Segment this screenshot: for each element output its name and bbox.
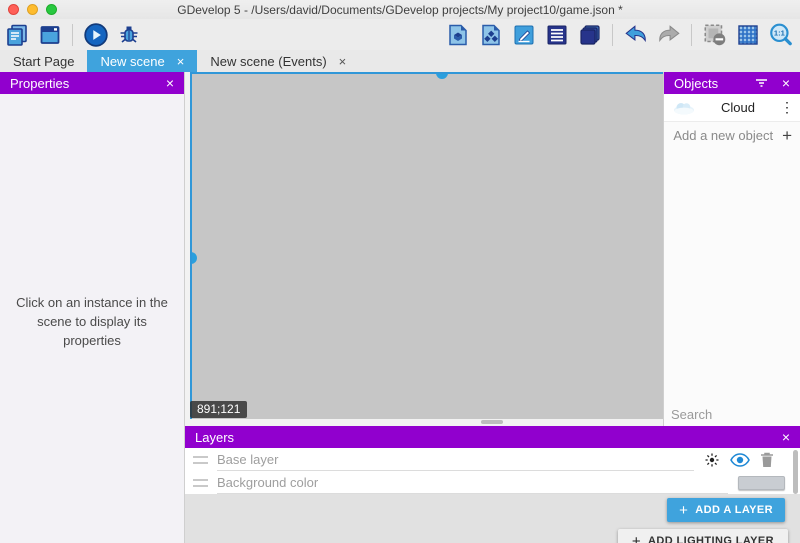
add-lighting-layer-label: ADD LIGHTING LAYER [648, 535, 774, 543]
cloud-thumbnail-icon [671, 99, 697, 117]
close-window-button[interactable] [8, 4, 19, 15]
gdevelop-window: GDevelop 5 - /Users/david/Documents/GDev… [0, 0, 800, 543]
objects-panel-header: Objects × [664, 72, 800, 94]
tab-new-scene-events[interactable]: New scene (Events) × [197, 50, 359, 72]
debug-button[interactable] [115, 21, 142, 48]
undo-arrow-icon [623, 22, 649, 48]
tab-label: New scene (Events) [210, 54, 326, 69]
objects-editor-icon [446, 23, 470, 47]
layers-scrollbar[interactable] [793, 450, 798, 494]
object-row-cloud[interactable]: Cloud ⋮ [664, 94, 800, 122]
objects-close-icon[interactable]: × [782, 76, 790, 90]
open-objects-editor-button[interactable] [444, 21, 471, 48]
toolbar: 1:1 [0, 19, 800, 50]
layers-close-icon[interactable]: × [782, 430, 790, 444]
selection-handle-left[interactable] [190, 252, 197, 264]
titlebar: GDevelop 5 - /Users/david/Documents/GDev… [0, 0, 800, 19]
toolbar-right: 1:1 [444, 21, 794, 48]
properties-pencil-icon [512, 23, 536, 47]
tab-new-scene[interactable]: New scene × [87, 50, 197, 72]
tab-close-icon[interactable]: × [339, 55, 347, 68]
zoom-1-1-icon: 1:1 [768, 22, 794, 48]
cursor-coordinates-badge: 891;121 [190, 401, 247, 418]
drag-handle-icon[interactable] [193, 456, 208, 464]
open-layers-editor-button[interactable] [576, 21, 603, 48]
layer-row-actions [704, 452, 774, 468]
window-icon [38, 23, 62, 47]
toolbar-left [3, 21, 142, 48]
objects-search-row [664, 402, 800, 427]
objects-panel: Objects × Cloud ⋮ Add a new object + [663, 72, 800, 427]
layer-name-field[interactable]: Background color [217, 471, 728, 494]
layers-panel: Layers × Base layer Background color + A… [185, 426, 800, 543]
canvas-horizontal-scrollbar[interactable] [481, 420, 503, 424]
start-page-button[interactable] [36, 21, 63, 48]
window-title: GDevelop 5 - /Users/david/Documents/GDev… [0, 3, 800, 17]
undo-button[interactable] [622, 21, 649, 48]
plus-icon: + [679, 502, 688, 519]
project-manager-icon [5, 23, 29, 47]
mask-icon [702, 22, 728, 48]
toolbar-separator [72, 24, 73, 46]
traffic-lights [8, 4, 57, 15]
add-new-object-button[interactable]: Add a new object + [664, 122, 800, 148]
object-groups-icon [479, 23, 503, 47]
layers-panel-header: Layers × [185, 426, 800, 448]
bug-icon [117, 23, 141, 47]
layer-delete-trash-icon[interactable] [760, 452, 774, 468]
svg-text:1:1: 1:1 [773, 28, 784, 37]
grid-icon [736, 23, 760, 47]
properties-panel-title: Properties [10, 76, 166, 91]
tab-label: Start Page [13, 54, 74, 69]
selection-handle-top[interactable] [436, 72, 448, 79]
objects-search-input[interactable] [671, 407, 800, 422]
layer-row-base: Base layer [185, 448, 800, 471]
tab-start-page[interactable]: Start Page [0, 50, 87, 72]
play-icon [83, 22, 109, 48]
scene-canvas[interactable] [190, 72, 663, 419]
layers-stack-icon [578, 23, 602, 47]
add-object-label: Add a new object [673, 128, 773, 143]
tab-close-icon[interactable]: × [177, 55, 185, 68]
add-lighting-layer-button[interactable]: + ADD LIGHTING LAYER [618, 529, 788, 543]
plus-icon: + [782, 127, 792, 144]
object-menu-icon[interactable]: ⋮ [779, 99, 795, 116]
filter-icon[interactable] [755, 78, 768, 88]
toolbar-separator [612, 24, 613, 46]
zoom-options-button[interactable]: 1:1 [767, 21, 794, 48]
toolbar-separator [691, 24, 692, 46]
layer-effects-icon[interactable] [704, 452, 720, 468]
redo-button[interactable] [655, 21, 682, 48]
tab-label: New scene [100, 54, 164, 69]
object-name: Cloud [697, 100, 779, 115]
zoom-window-button[interactable] [46, 4, 57, 15]
properties-panel: Properties × Click on an instance in the… [0, 72, 185, 543]
project-manager-button[interactable] [3, 21, 30, 48]
layer-name-field[interactable]: Base layer [217, 448, 694, 471]
add-layer-label: ADD A LAYER [695, 504, 773, 516]
open-object-groups-editor-button[interactable] [477, 21, 504, 48]
properties-panel-header: Properties × [0, 72, 184, 94]
layer-row-background-color: Background color [185, 471, 800, 494]
layers-panel-title: Layers [195, 430, 782, 445]
toggle-mask-button[interactable] [701, 21, 728, 48]
minimize-window-button[interactable] [27, 4, 38, 15]
layer-visibility-eye-icon[interactable] [730, 453, 750, 467]
drag-handle-icon[interactable] [193, 479, 208, 487]
redo-arrow-icon [656, 22, 682, 48]
open-instances-list-button[interactable] [543, 21, 570, 48]
properties-empty-message: Click on an instance in the scene to dis… [8, 294, 176, 351]
add-layer-button[interactable]: + ADD A LAYER [667, 498, 785, 522]
tabbar: Start Page New scene × New scene (Events… [0, 50, 800, 72]
open-properties-panel-button[interactable] [510, 21, 537, 48]
toggle-grid-button[interactable] [734, 21, 761, 48]
instances-list-icon [545, 23, 569, 47]
preview-play-button[interactable] [82, 21, 109, 48]
objects-panel-title: Objects [674, 76, 755, 91]
properties-close-icon[interactable]: × [166, 76, 174, 90]
plus-icon: + [632, 533, 641, 543]
background-color-swatch[interactable] [738, 476, 785, 490]
